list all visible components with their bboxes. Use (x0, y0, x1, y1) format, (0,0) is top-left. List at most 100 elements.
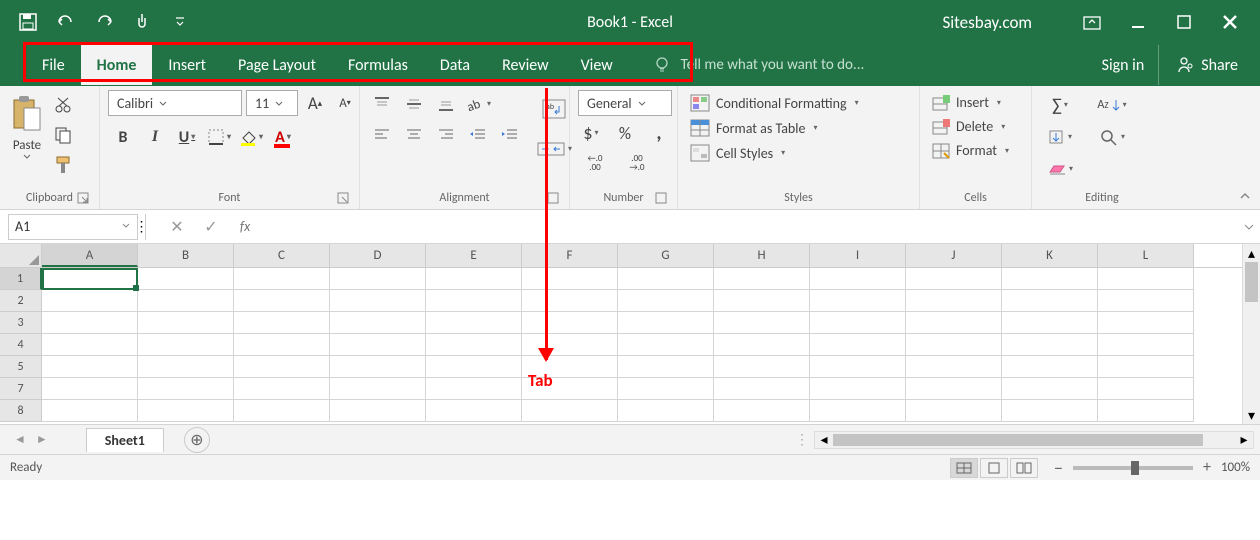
cell[interactable] (330, 268, 426, 290)
cell[interactable] (138, 312, 234, 334)
row-header[interactable]: 1 (0, 268, 42, 290)
zoom-out-icon[interactable]: − (1054, 457, 1063, 479)
scroll-right-icon[interactable]: ▸ (1235, 432, 1253, 448)
touch-mode-icon[interactable] (132, 12, 152, 32)
cell[interactable] (1002, 312, 1098, 334)
cell[interactable] (42, 356, 138, 378)
new-sheet-button[interactable]: ⊕ (184, 427, 210, 453)
delete-cells-button[interactable]: Delete▾ (928, 116, 1013, 137)
cancel-formula-icon[interactable]: ✕ (160, 214, 194, 240)
tab-review[interactable]: Review (486, 45, 565, 85)
formula-input[interactable] (262, 214, 1238, 240)
cell[interactable] (906, 400, 1002, 422)
format-cells-button[interactable]: Format▾ (928, 140, 1013, 161)
cell[interactable] (810, 312, 906, 334)
cell[interactable] (42, 312, 138, 334)
col-header[interactable]: L (1098, 244, 1194, 267)
cell[interactable] (810, 334, 906, 356)
cell[interactable] (234, 400, 330, 422)
page-layout-view-icon[interactable] (980, 458, 1008, 478)
row-header[interactable]: 8 (0, 400, 42, 422)
tab-data[interactable]: Data (424, 45, 486, 85)
col-header[interactable]: E (426, 244, 522, 267)
sort-filter-icon[interactable]: AZ▾ (1090, 92, 1134, 118)
cell[interactable] (426, 290, 522, 312)
select-all-corner[interactable] (0, 244, 42, 267)
number-format-combo[interactable]: General (578, 90, 672, 116)
font-size-combo[interactable]: 11 (246, 90, 298, 116)
cell[interactable] (714, 400, 810, 422)
undo-icon[interactable] (56, 12, 76, 32)
cell[interactable] (1098, 268, 1194, 290)
cell[interactable] (522, 400, 618, 422)
cell[interactable] (522, 290, 618, 312)
tab-page-layout[interactable]: Page Layout (222, 45, 332, 85)
cell[interactable] (42, 268, 138, 290)
tell-me-search[interactable]: Tell me what you want to do... (653, 56, 865, 74)
col-header[interactable]: F (522, 244, 618, 267)
merge-center-icon[interactable]: ▾ (536, 134, 572, 164)
worksheet-grid[interactable]: A B C D E F G H I J K L 1 2 3 4 5 7 8 ▴ … (0, 244, 1260, 424)
minimize-icon[interactable] (1128, 12, 1148, 32)
cell[interactable] (618, 356, 714, 378)
tab-splitter-icon[interactable]: ⋮ (796, 429, 808, 451)
font-dialog-icon[interactable] (337, 192, 351, 206)
format-as-table-button[interactable]: Format as Table▾ (686, 117, 863, 139)
cell[interactable] (1098, 290, 1194, 312)
cell[interactable] (42, 378, 138, 400)
paste-dropdown-icon[interactable] (22, 153, 32, 161)
cell[interactable] (714, 268, 810, 290)
insert-function-icon[interactable]: fx (228, 214, 262, 240)
name-box[interactable]: A1 (8, 214, 138, 240)
cut-icon[interactable] (52, 94, 74, 116)
cell[interactable] (234, 268, 330, 290)
fill-color-button[interactable]: ▾ (236, 124, 266, 150)
col-header[interactable]: K (1002, 244, 1098, 267)
zoom-slider[interactable] (1073, 466, 1193, 470)
cell[interactable] (330, 378, 426, 400)
cell[interactable] (330, 400, 426, 422)
cell[interactable] (906, 378, 1002, 400)
enter-formula-icon[interactable]: ✓ (194, 214, 228, 240)
align-left-icon[interactable] (368, 122, 396, 146)
cell[interactable] (714, 334, 810, 356)
cell[interactable] (138, 268, 234, 290)
cell[interactable] (330, 290, 426, 312)
cell[interactable] (234, 378, 330, 400)
cell[interactable] (714, 312, 810, 334)
ribbon-options-icon[interactable] (1082, 12, 1102, 32)
scroll-left-icon[interactable]: ◂ (815, 432, 833, 448)
cell[interactable] (522, 312, 618, 334)
cell[interactable] (426, 356, 522, 378)
border-button[interactable]: ▾ (204, 124, 234, 150)
col-header[interactable]: G (618, 244, 714, 267)
cell[interactable] (1002, 378, 1098, 400)
align-top-icon[interactable] (368, 92, 396, 116)
vertical-scrollbar[interactable]: ▴ ▾ (1242, 244, 1260, 424)
sheet-nav-prev-icon[interactable]: ◄ (14, 432, 26, 447)
cell[interactable] (234, 334, 330, 356)
cell[interactable] (618, 378, 714, 400)
row-header[interactable]: 7 (0, 378, 42, 400)
orientation-icon[interactable]: ab▾ (464, 92, 492, 116)
col-header[interactable]: D (330, 244, 426, 267)
col-header[interactable]: C (234, 244, 330, 267)
paste-label[interactable]: Paste (13, 138, 41, 153)
wrap-text-icon[interactable]: ab (536, 94, 572, 124)
cell[interactable] (618, 312, 714, 334)
cell[interactable] (810, 378, 906, 400)
cell[interactable] (234, 356, 330, 378)
cell[interactable] (1002, 268, 1098, 290)
maximize-icon[interactable] (1174, 12, 1194, 32)
cell[interactable] (138, 356, 234, 378)
cell[interactable] (618, 268, 714, 290)
cell[interactable] (618, 400, 714, 422)
redo-icon[interactable] (94, 12, 114, 32)
cell[interactable] (1098, 378, 1194, 400)
font-name-combo[interactable]: Calibri (108, 90, 242, 116)
cell[interactable] (138, 334, 234, 356)
decrease-indent-icon[interactable] (464, 122, 492, 146)
col-header[interactable]: B (138, 244, 234, 267)
cell[interactable] (1098, 356, 1194, 378)
zoom-in-icon[interactable]: + (1203, 458, 1211, 477)
